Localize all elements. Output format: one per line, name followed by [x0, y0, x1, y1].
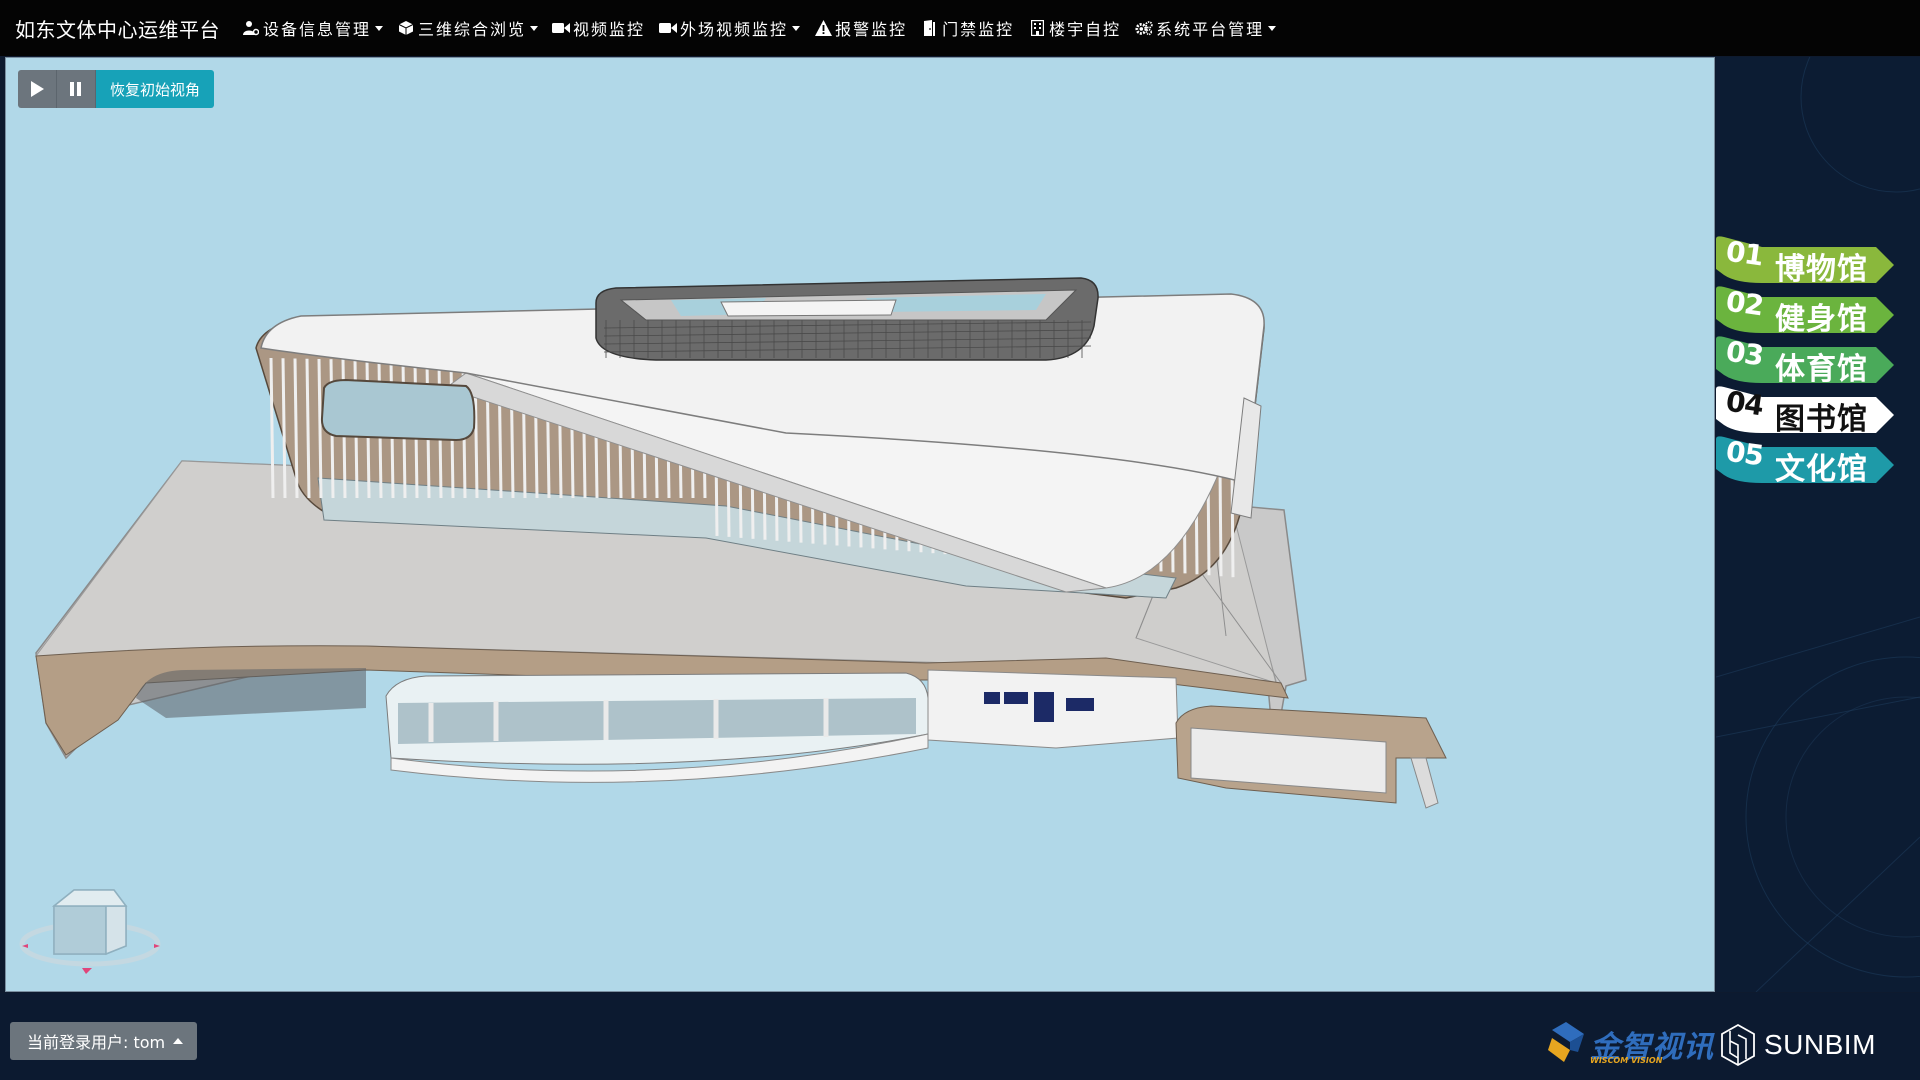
app-title: 如东文体中心运维平台 [15, 17, 220, 42]
venue-tab-number: 01 [1723, 234, 1766, 273]
wiscom-logo-en: WISCOM VISION [1590, 1056, 1663, 1065]
venue-tab-number: 03 [1723, 334, 1766, 373]
nav-video-monitor[interactable]: 视频监控 [552, 16, 645, 40]
venue-tab-label: 博物馆 [1775, 252, 1868, 287]
gears-icon [1135, 19, 1153, 37]
chevron-down-icon [792, 25, 801, 31]
3d-viewport[interactable]: 恢复初始视角 [5, 57, 1715, 992]
view-cube-icon [19, 889, 161, 974]
venue-tab-04[interactable]: 04 图书馆 [1716, 384, 1896, 437]
venue-tab-number: 04 [1723, 384, 1766, 423]
warning-icon [814, 19, 832, 37]
venue-tab-label: 体育馆 [1775, 352, 1868, 387]
venue-tab-label: 图书馆 [1775, 402, 1868, 437]
nav-building-automation[interactable]: 楼宇自控 [1028, 16, 1121, 40]
pause-icon [70, 82, 81, 96]
pause-button[interactable] [57, 70, 96, 108]
play-icon [31, 81, 44, 97]
user-label: 当前登录用户: tom [27, 1033, 166, 1052]
sunbim-logo: SUNBIM [1720, 1023, 1876, 1067]
nav-alarm-monitor[interactable]: 报警监控 [814, 16, 907, 40]
venue-tab-label: 健身馆 [1775, 302, 1868, 337]
footer-bar: 当前登录用户: tom 金智视讯 WISCOM VISION SUNBIM [0, 993, 1920, 1080]
nav-label: 报警监控 [835, 20, 908, 39]
nav-label: 楼宇自控 [1049, 20, 1122, 39]
chevron-down-icon [530, 25, 539, 31]
chevron-down-icon [375, 25, 384, 31]
chevron-down-icon [1268, 25, 1277, 31]
nav-outdoor-video[interactable]: 外场视频监控 [659, 16, 801, 40]
nav-device-info[interactable]: 设备信息管理 [242, 16, 384, 40]
building-icon [1028, 19, 1046, 37]
video-camera-icon [659, 19, 678, 37]
sunbim-logo-icon [1721, 1023, 1755, 1067]
nav-label: 系统平台管理 [1156, 20, 1265, 39]
venue-tab-number: 05 [1723, 434, 1766, 473]
wiscom-logo-icon [1548, 1022, 1584, 1062]
nav-3d-browse[interactable]: 三维综合浏览 [397, 16, 539, 40]
view-cube[interactable] [12, 876, 162, 990]
tech-background [1716, 57, 1920, 992]
venue-tab-label: 文化馆 [1775, 452, 1868, 487]
nav-label: 设备信息管理 [263, 20, 372, 39]
venue-tab-number: 02 [1723, 284, 1766, 323]
nav-label: 门禁监控 [942, 20, 1015, 39]
users-cog-icon [242, 19, 260, 37]
venue-tab-05[interactable]: 05 文化馆 [1716, 434, 1896, 487]
nav-system-management[interactable]: 系统平台管理 [1135, 16, 1277, 40]
door-icon [921, 19, 939, 37]
top-navbar: 如东文体中心运维平台 设备信息管理 三维综合浏览 视频监控 外场视频监控 报警监… [0, 0, 1920, 56]
venue-tab-02[interactable]: 02 健身馆 [1716, 284, 1896, 337]
cube-icon [397, 19, 415, 37]
viewer-controls: 恢复初始视角 [18, 70, 215, 108]
venue-tab-03[interactable]: 03 体育馆 [1716, 334, 1896, 387]
nav-label: 外场视频监控 [680, 20, 789, 39]
building-model[interactable] [6, 58, 1715, 992]
user-menu-button[interactable]: 当前登录用户: tom [10, 1022, 198, 1060]
venue-tab-01[interactable]: 01 博物馆 [1716, 234, 1896, 287]
sunbim-logo-text: SUNBIM [1764, 1029, 1876, 1060]
nav-access-control[interactable]: 门禁监控 [921, 16, 1014, 40]
chevron-up-icon [173, 1038, 184, 1044]
video-camera-icon [552, 19, 571, 37]
nav-label: 视频监控 [573, 20, 646, 39]
play-button[interactable] [18, 70, 57, 108]
reset-view-button[interactable]: 恢复初始视角 [96, 70, 215, 108]
venue-panel: 01 博物馆 02 健身馆 03 体育馆 04 图书馆 05 文化馆 [1716, 57, 1920, 992]
nav-label: 三维综合浏览 [418, 20, 527, 39]
